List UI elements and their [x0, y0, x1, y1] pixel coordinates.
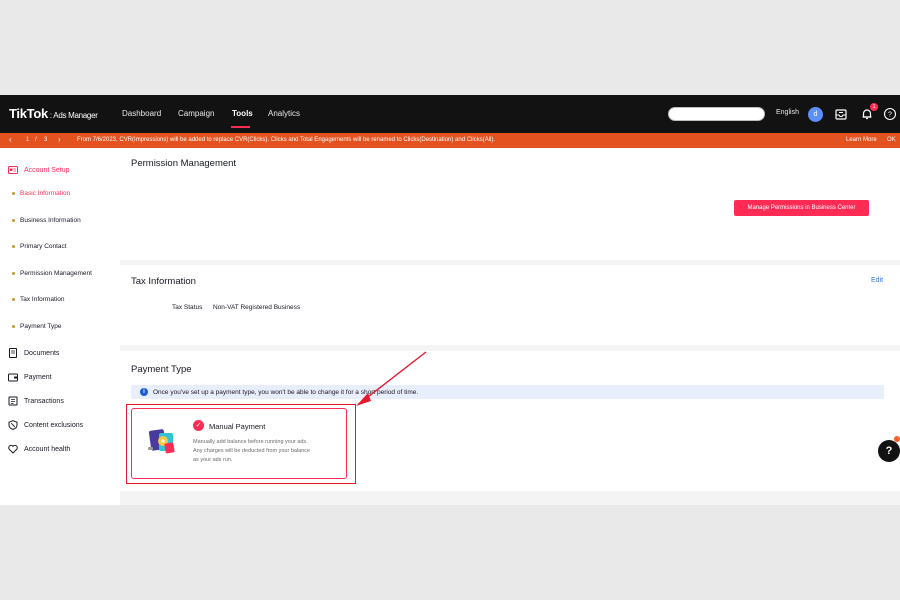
tax-information-title: Tax Information: [131, 276, 196, 287]
announcement-banner: ‹ 1 / 3 › From 7/6/2023, CVR(Impressions…: [0, 133, 900, 148]
banner-page-total: 3: [44, 137, 48, 143]
logo-text: TikTok: [9, 106, 48, 121]
sidebar-sub-label: Permission Management: [20, 270, 92, 277]
sidebar-item-account-setup[interactable]: Account Setup: [8, 165, 70, 175]
chevron-left-icon[interactable]: ‹: [9, 135, 12, 144]
chevron-right-icon[interactable]: ›: [58, 135, 61, 144]
tax-edit-link[interactable]: Edit: [871, 277, 883, 284]
payment-type-title: Payment Type: [131, 364, 192, 375]
sidebar-sub-label: Primary Contact: [20, 243, 67, 250]
nav-tools[interactable]: Tools: [232, 109, 253, 118]
help-notification-dot: [894, 436, 900, 442]
help-circle-icon[interactable]: ?: [883, 107, 897, 121]
sidebar-item-label: Transactions: [24, 397, 64, 405]
id-card-icon: [8, 166, 18, 174]
tiktok-logo[interactable]: TikTok: Ads Manager: [9, 106, 98, 121]
document-icon: [9, 348, 17, 358]
sidebar-sub-permission-management[interactable]: Permission Management: [12, 270, 92, 277]
bullet-dot: [12, 298, 15, 301]
active-tab-indicator: [231, 126, 250, 128]
nav-dashboard[interactable]: Dashboard: [122, 109, 161, 118]
sidebar-sub-primary-contact[interactable]: Primary Contact: [12, 243, 67, 250]
sidebar-sub-label: Business Information: [20, 217, 81, 224]
annotation-arrow-icon: [356, 351, 427, 406]
avatar[interactable]: d: [808, 107, 823, 122]
bullet-dot: [12, 325, 15, 328]
manage-permissions-button[interactable]: Manage Permissions in Business Center: [734, 200, 869, 216]
info-icon: i: [140, 388, 148, 396]
sidebar-sub-payment-type[interactable]: Payment Type: [12, 323, 61, 330]
svg-text:?: ?: [888, 112, 892, 119]
sidebar-item-payment[interactable]: Payment: [8, 372, 52, 382]
permission-management-title: Permission Management: [131, 158, 237, 169]
sidebar-sub-label: Tax Information: [20, 296, 65, 303]
sidebar-item-label: Account Setup: [24, 166, 70, 174]
ads-manager-window: TikTok: Ads Manager Dashboard Campaign T…: [0, 95, 900, 505]
sidebar-sub-basic-information[interactable]: Basic Information: [12, 190, 70, 197]
sidebar-item-label: Account health: [24, 445, 71, 453]
sidebar-sub-business-information[interactable]: Business Information: [12, 217, 81, 224]
sidebar: Account Setup Basic Information Business…: [0, 148, 120, 505]
wallet-icon: [8, 373, 18, 382]
banner-message: From 7/6/2023, CVR(Impressions) will be …: [77, 137, 496, 143]
payment-notice: i Once you've set up a payment type, you…: [131, 385, 884, 399]
heart-pulse-icon: [8, 444, 18, 454]
sidebar-item-label: Payment: [24, 373, 52, 381]
bullet-dot: [12, 219, 15, 222]
sidebar-item-transactions[interactable]: Transactions: [8, 396, 64, 406]
banner-ok-button[interactable]: OK: [887, 137, 896, 143]
top-navigation: TikTok: Ads Manager Dashboard Campaign T…: [0, 95, 900, 133]
sidebar-item-label: Documents: [24, 349, 60, 357]
tax-status-label: Tax Status: [172, 304, 203, 311]
nav-analytics[interactable]: Analytics: [268, 109, 300, 118]
sidebar-sub-tax-information[interactable]: Tax Information: [12, 296, 64, 303]
nav-campaign[interactable]: Campaign: [178, 109, 214, 118]
help-button[interactable]: ?: [878, 440, 900, 462]
sidebar-item-label: Content exclusions: [24, 421, 84, 429]
bullet-dot: [12, 192, 15, 195]
bullet-dot: [12, 245, 15, 248]
sidebar-sub-label: Payment Type: [20, 323, 62, 330]
sidebar-item-documents[interactable]: Documents: [8, 348, 59, 358]
sidebar-item-account-health[interactable]: Account health: [8, 444, 70, 454]
banner-page-separator: /: [35, 137, 37, 143]
highlight-box-annotation: [126, 404, 356, 484]
bullet-dot: [12, 272, 15, 275]
sidebar-item-content-exclusions[interactable]: Content exclusions: [8, 420, 83, 430]
banner-page-current: 1: [26, 137, 30, 143]
notification-badge: 1: [870, 103, 878, 111]
inbox-icon[interactable]: [834, 107, 848, 121]
receipt-icon: [8, 396, 18, 406]
logo-subtitle: : Ads Manager: [49, 111, 98, 120]
search-input[interactable]: [668, 107, 765, 121]
tax-status-value: Non-VAT Registered Business: [213, 304, 301, 311]
learn-more-link[interactable]: Learn More: [846, 137, 877, 143]
sidebar-sub-label: Basic Information: [20, 190, 71, 197]
shield-icon: [8, 420, 18, 430]
language-selector[interactable]: English: [776, 109, 799, 116]
